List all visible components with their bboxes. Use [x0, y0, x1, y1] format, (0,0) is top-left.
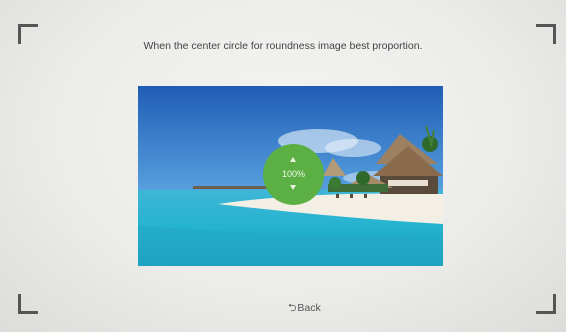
calibration-screen: When the center circle for roundness ima…	[0, 0, 566, 332]
zoom-percentage: 100%	[281, 169, 306, 179]
zoom-adjust-circle[interactable]: 100%	[263, 144, 324, 205]
frame-corner-bottom-left	[18, 294, 38, 314]
triangle-down-icon[interactable]	[290, 185, 296, 190]
back-button[interactable]: ⮌Back	[288, 300, 321, 314]
instruction-text: When the center circle for roundness ima…	[143, 40, 423, 52]
triangle-up-icon[interactable]	[290, 157, 296, 162]
back-label: Back	[297, 302, 321, 314]
return-arrow-icon: ⮌	[288, 302, 297, 314]
frame-corner-bottom-right	[536, 294, 556, 314]
